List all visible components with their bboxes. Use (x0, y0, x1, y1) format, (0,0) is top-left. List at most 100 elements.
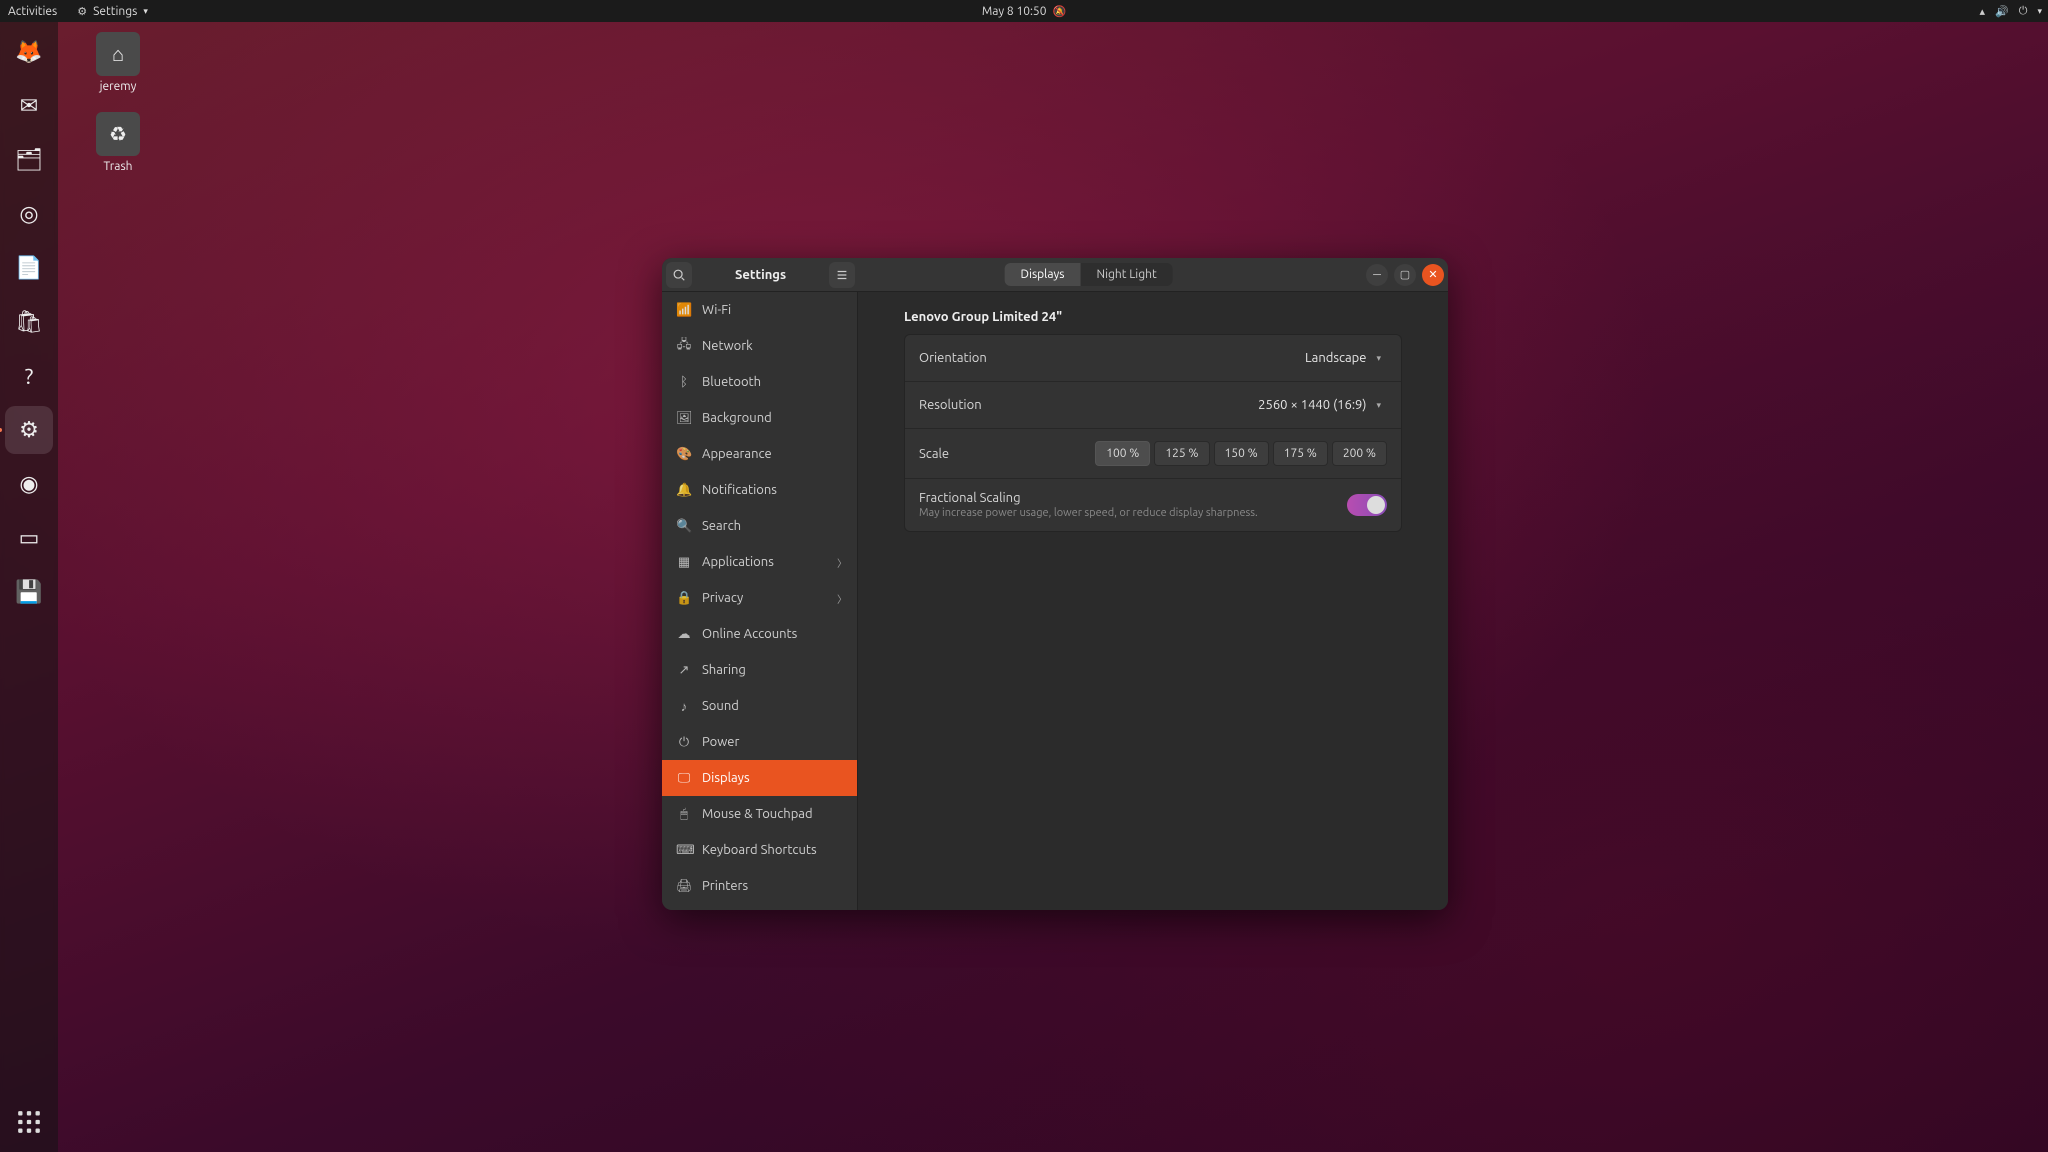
sidebar-item-appearance[interactable]: 🎨Appearance (662, 436, 857, 472)
row-scale: Scale 100 %125 %150 %175 %200 % (905, 429, 1401, 479)
dock-item-thunderbird[interactable]: ✉ (5, 82, 53, 130)
trash-icon: ♻ (96, 112, 140, 156)
chevron-down-icon: ▾ (143, 6, 148, 17)
sidebar-item-notifications[interactable]: 🔔Notifications (662, 472, 857, 508)
power-icon[interactable]: ⏻ (2019, 5, 2028, 18)
dock-item-diskutil[interactable]: 💾 (5, 568, 53, 616)
settings-sidebar: 📶Wi-Fi🖧NetworkᛒBluetooth🖼Background🎨Appe… (662, 292, 858, 910)
sidebar-item-label: Online Accounts (702, 627, 797, 641)
window-close-button[interactable]: ✕ (1422, 264, 1444, 286)
fractional-scaling-label: Fractional Scaling (919, 491, 1347, 505)
sidebar-item-printers[interactable]: 🖨 Printers (662, 868, 857, 904)
applications-icon: ▦ (676, 555, 692, 570)
desktop-icon-trash[interactable]: ♻ Trash (86, 112, 150, 173)
settings-window: Settings Displays Night Light ─ ▢ ✕ 📶Wi-… (662, 258, 1448, 910)
dock-item-textedit[interactable]: ▭ (5, 514, 53, 562)
sidebar-item-online-accounts[interactable]: ☁ Online Accounts (662, 616, 857, 652)
volume-icon[interactable]: 🔊 (1995, 5, 2009, 18)
power-icon: ⏻ (676, 735, 692, 750)
sidebar-item-label: Network (702, 339, 753, 353)
sidebar-item-background[interactable]: 🖼Background (662, 400, 857, 436)
sound-icon: ♪ (676, 699, 692, 714)
sidebar-item-network[interactable]: 🖧Network (662, 328, 857, 364)
chevron-right-icon: 〉 (837, 591, 847, 606)
sidebar-item-wifi[interactable]: 📶Wi-Fi (662, 292, 857, 328)
dock-item-firefox[interactable]: 🦊 (5, 28, 53, 76)
sidebar-item-label: Sound (702, 699, 739, 713)
window-minimize-button[interactable]: ─ (1366, 264, 1388, 286)
dock-item-rhythmbox[interactable]: ◎ (5, 190, 53, 238)
chevron-down-icon: ▾ (1376, 400, 1381, 411)
scale-option-200[interactable]: 200 % (1332, 441, 1387, 466)
sidebar-item-label: Search (702, 519, 741, 533)
scale-option-150[interactable]: 150 % (1214, 441, 1269, 466)
sidebar-item-label: Keyboard Shortcuts (702, 843, 817, 857)
printers-icon: 🖨 (676, 879, 692, 894)
window-titlebar[interactable]: Settings Displays Night Light ─ ▢ ✕ (662, 258, 1448, 292)
sidebar-item-sound[interactable]: ♪ Sound (662, 688, 857, 724)
sidebar-item-search[interactable]: 🔍 Search (662, 508, 857, 544)
row-resolution: Resolution 2560 × 1440 (16:9) ▾ (905, 382, 1401, 429)
sidebar-item-power[interactable]: ⏻Power (662, 724, 857, 760)
scale-label: Scale (919, 447, 1095, 461)
row-orientation: Orientation Landscape ▾ (905, 335, 1401, 382)
header-tabs: Displays Night Light (1005, 263, 1173, 286)
search-icon (672, 268, 686, 282)
sidebar-item-label: Notifications (702, 483, 777, 497)
resolution-label: Resolution (919, 398, 1252, 412)
desktop-icon-label: jeremy (86, 80, 150, 93)
tab-night-light[interactable]: Night Light (1080, 263, 1172, 286)
scale-option-125[interactable]: 125 % (1154, 441, 1209, 466)
desktop-icon-home[interactable]: ⌂ jeremy (86, 32, 150, 93)
wifi-icon: 📶 (676, 303, 692, 318)
search-icon: 🔍 (676, 519, 692, 534)
orientation-dropdown[interactable]: Landscape ▾ (1299, 347, 1387, 369)
chevron-down-icon[interactable]: ▾ (2037, 6, 2042, 17)
sidebar-item-mouse[interactable]: 🖱Mouse & Touchpad (662, 796, 857, 832)
scale-option-175[interactable]: 175 % (1273, 441, 1328, 466)
online-accounts-icon: ☁ (676, 627, 692, 642)
tab-displays[interactable]: Displays (1005, 263, 1081, 286)
sidebar-item-label: Applications (702, 555, 774, 569)
orientation-value: Landscape (1305, 351, 1366, 365)
search-button[interactable] (666, 262, 692, 288)
dock: 🦊 ✉ 🗂 ◎ 📄 🛍? ⚙ ◉ ▭ 💾 (0, 22, 58, 1152)
scale-option-100[interactable]: 100 % (1095, 441, 1150, 466)
hamburger-icon (835, 268, 849, 282)
gear-icon: ⚙ (77, 5, 87, 18)
resolution-dropdown[interactable]: 2560 × 1440 (16:9) ▾ (1252, 394, 1387, 416)
sidebar-item-displays[interactable]: 🖵Displays (662, 760, 857, 796)
sidebar-item-label: Printers (702, 879, 748, 893)
appearance-icon: 🎨 (676, 447, 692, 462)
show-applications-button[interactable] (5, 1098, 53, 1146)
sidebar-item-sharing[interactable]: ↗ Sharing (662, 652, 857, 688)
window-maximize-button[interactable]: ▢ (1394, 264, 1416, 286)
app-menu[interactable]: Settings (93, 5, 137, 18)
dock-item-software[interactable]: 🛍 (5, 298, 53, 346)
sidebar-item-bluetooth[interactable]: ᛒBluetooth (662, 364, 857, 400)
dock-item-settings[interactable]: ⚙ (5, 406, 53, 454)
keyboard-icon: ⌨ (676, 843, 692, 858)
sidebar-item-keyboard[interactable]: ⌨ Keyboard Shortcuts (662, 832, 857, 868)
clock[interactable]: May 8 10:50 (982, 5, 1047, 18)
row-fractional-scaling: Fractional Scaling May increase power us… (905, 479, 1401, 531)
dock-item-files[interactable]: 🗂 (5, 136, 53, 184)
window-title: Settings (705, 268, 816, 282)
activities-button[interactable]: Activities (8, 5, 57, 18)
displays-icon: 🖵 (676, 771, 692, 786)
sidebar-item-label: Mouse & Touchpad (702, 807, 813, 821)
sidebar-item-label: Sharing (702, 663, 746, 677)
sidebar-item-privacy[interactable]: 🔒Privacy〉 (662, 580, 857, 616)
folder-icon: ⌂ (96, 32, 140, 76)
resolution-value: 2560 × 1440 (16:9) (1258, 398, 1366, 412)
scale-segmented-control: 100 %125 %150 %175 %200 % (1095, 441, 1387, 466)
dock-item-help[interactable]: ? (5, 352, 53, 400)
dock-item-obs[interactable]: ◉ (5, 460, 53, 508)
grid-icon (16, 1109, 42, 1135)
dock-item-writer[interactable]: 📄 (5, 244, 53, 292)
sharing-icon: ↗ (676, 663, 692, 678)
sidebar-item-applications[interactable]: ▦Applications〉 (662, 544, 857, 580)
fractional-scaling-toggle[interactable] (1347, 494, 1387, 516)
network-icon[interactable]: ▴ (1980, 5, 1986, 18)
hamburger-menu-button[interactable] (829, 262, 855, 288)
